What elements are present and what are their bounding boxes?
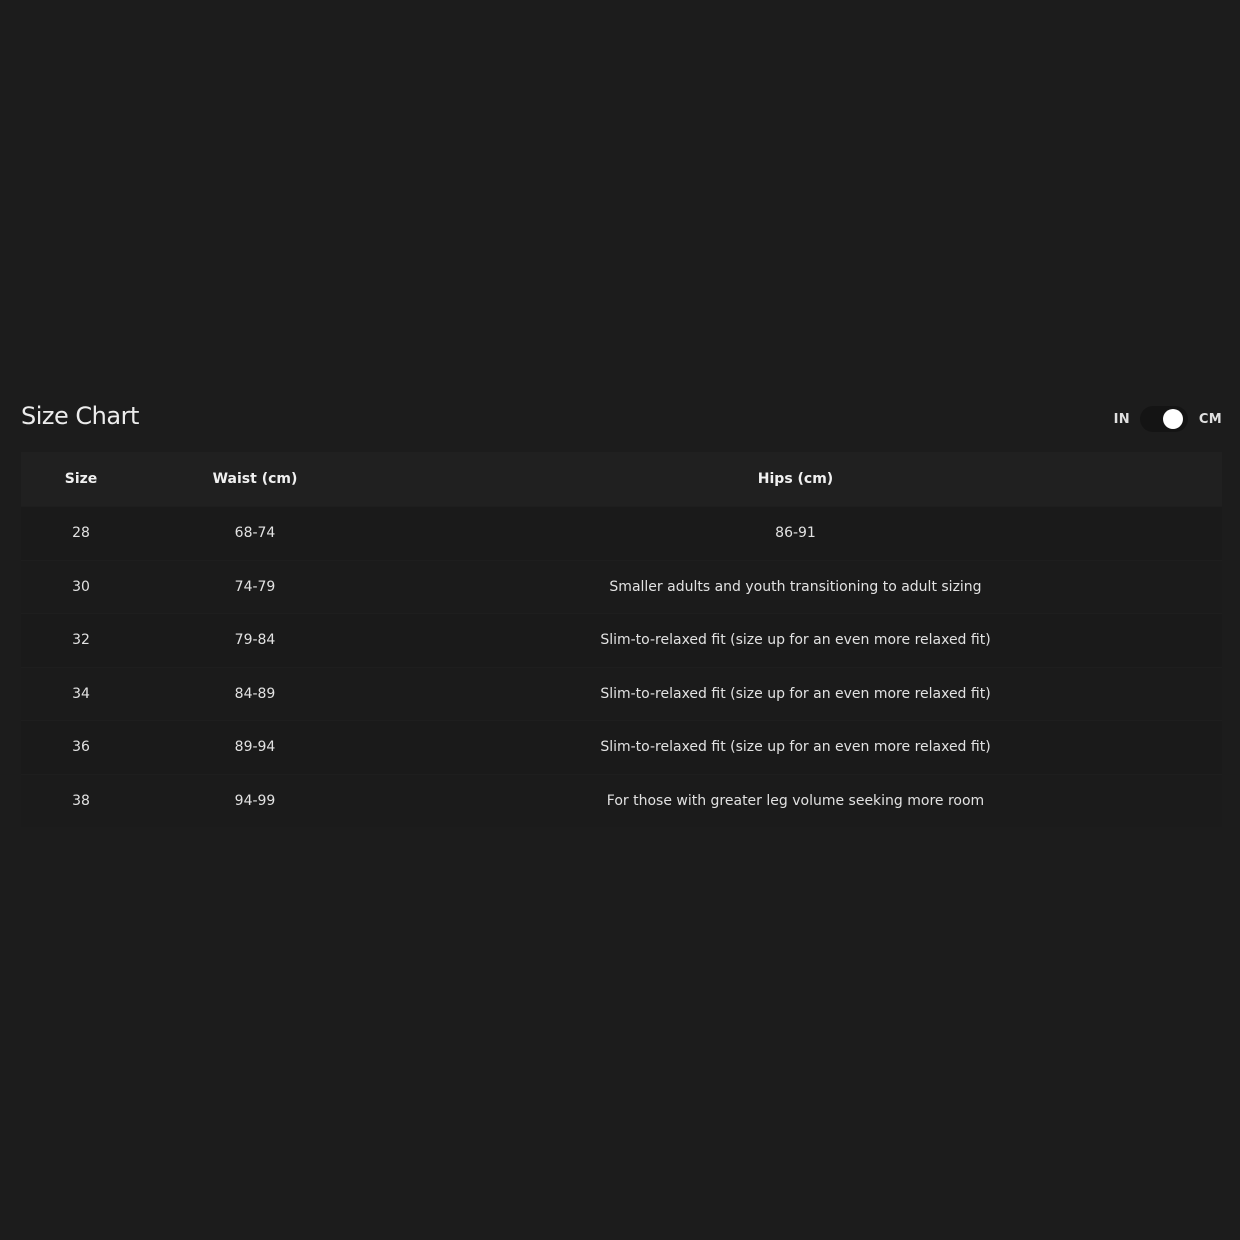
cell-size: 38 [21, 773, 141, 827]
table-row: 38 94-99 For those with greater leg volu… [21, 773, 1222, 827]
size-table: Size Waist (cm) Hips (cm) 28 68-74 86-91… [21, 452, 1222, 827]
cell-hips: Slim-to-relaxed fit (size up for an even… [369, 613, 1222, 667]
cell-hips: Slim-to-relaxed fit (size up for an even… [369, 720, 1222, 774]
table-header-row: Size Waist (cm) Hips (cm) [21, 452, 1222, 507]
size-table-container: Size Waist (cm) Hips (cm) 28 68-74 86-91… [21, 452, 1222, 827]
size-chart-header: Size Chart IN CM [21, 398, 1222, 442]
table-row: 32 79-84 Slim-to-relaxed fit (size up fo… [21, 613, 1222, 667]
cell-hips: For those with greater leg volume seekin… [369, 773, 1222, 827]
unit-switch[interactable] [1139, 406, 1188, 432]
cell-waist: 74-79 [141, 559, 369, 614]
cell-size: 34 [21, 666, 141, 721]
table-row: 30 74-79 Smaller adults and youth transi… [21, 559, 1222, 614]
unit-toggle: IN CM [1114, 406, 1222, 432]
table-row: 28 68-74 86-91 [21, 506, 1222, 560]
cell-size: 32 [21, 613, 141, 667]
unit-label-cm[interactable]: CM [1199, 412, 1222, 427]
cell-size: 30 [21, 559, 141, 614]
column-header-hips: Hips (cm) [757, 471, 834, 487]
cell-waist: 94-99 [141, 773, 369, 827]
unit-label-in[interactable]: IN [1114, 412, 1130, 427]
size-chart-page: Size Chart IN CM Size Waist (cm) Hips (c… [0, 0, 1240, 1240]
cell-waist: 79-84 [141, 613, 369, 667]
page-title: Size Chart [21, 402, 139, 430]
cell-hips: Smaller adults and youth transitioning t… [369, 559, 1222, 614]
cell-size: 36 [21, 720, 141, 774]
cell-hips: Slim-to-relaxed fit (size up for an even… [369, 666, 1222, 721]
column-header-size: Size [64, 471, 98, 487]
cell-waist: 89-94 [141, 720, 369, 774]
table-header: Size Waist (cm) Hips (cm) [21, 452, 1222, 507]
cell-size: 28 [21, 506, 141, 560]
cell-waist: 84-89 [141, 666, 369, 721]
column-header-waist: Waist (cm) [212, 471, 298, 487]
table-row: 34 84-89 Slim-to-relaxed fit (size up fo… [21, 666, 1222, 721]
cell-waist: 68-74 [141, 506, 369, 560]
switch-knob [1162, 409, 1183, 429]
cell-hips: 86-91 [369, 506, 1222, 560]
table-row: 36 89-94 Slim-to-relaxed fit (size up fo… [21, 720, 1222, 774]
table-body: 28 68-74 86-91 30 74-79 Smaller adults a… [21, 506, 1222, 827]
